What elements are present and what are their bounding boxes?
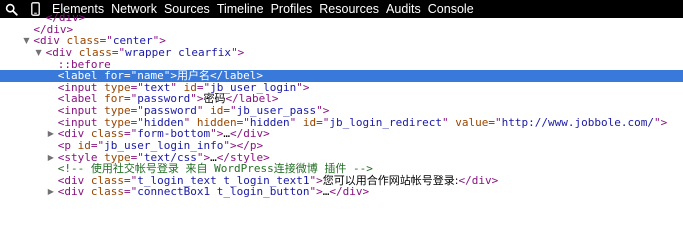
token-tag: "> bbox=[296, 80, 310, 94]
token-attr: value bbox=[455, 115, 489, 129]
token-tag: =" bbox=[316, 115, 330, 129]
elements-tree: </div> </div> ▼ <div class="center"> ▼ <div c… bbox=[0, 12, 683, 198]
token-tag: <div bbox=[57, 185, 91, 199]
token-val: wrapper clearfix bbox=[125, 45, 232, 59]
node-markup: <div class="connectBox1 t_login_button">… bbox=[58, 186, 369, 198]
collapse-triangle-icon[interactable]: ▶ bbox=[47, 152, 55, 164]
token-tag: "> bbox=[231, 45, 245, 59]
expand-triangle-icon[interactable]: ▼ bbox=[35, 47, 43, 59]
token-tag: "> bbox=[309, 185, 323, 199]
token-tag: "> bbox=[653, 115, 668, 129]
token-val: jb_login_redirect bbox=[329, 115, 442, 129]
token-attr: id bbox=[302, 115, 317, 129]
devtools-panel: Elements Network Sources Timeline Profiles Re… bbox=[0, 0, 683, 248]
token-tag: =" bbox=[111, 45, 126, 59]
token-tag: =" bbox=[124, 185, 138, 199]
tree-row[interactable]: </div> bbox=[0, 12, 683, 24]
collapse-triangle-icon[interactable]: ▶ bbox=[47, 128, 55, 140]
token-attr: class bbox=[90, 185, 125, 199]
tree-row[interactable]: ▶ <div class="connectBox1 t_login_button"… bbox=[0, 186, 683, 198]
token-val: connectBox1 t_login_button bbox=[137, 185, 310, 199]
token-tag: " bbox=[289, 115, 303, 129]
token-tag: " bbox=[442, 115, 456, 129]
expand-triangle-icon[interactable]: ▼ bbox=[22, 35, 30, 47]
token-tag: </div> bbox=[458, 173, 499, 187]
collapse-triangle-icon[interactable]: ▶ bbox=[47, 186, 55, 198]
token-val: http://www.jobbole.com/ bbox=[501, 115, 654, 129]
token-tag: </div> bbox=[329, 185, 370, 199]
token-tag: =" bbox=[488, 115, 502, 129]
